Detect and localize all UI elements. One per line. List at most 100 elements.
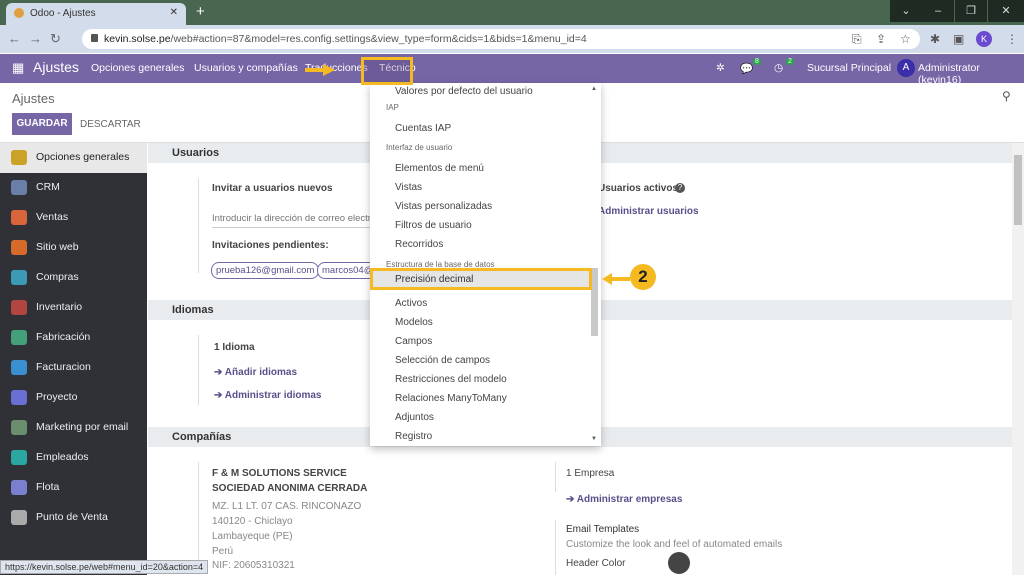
sidebar-item[interactable]: Fabricación bbox=[0, 323, 147, 353]
menu-icon[interactable]: ⋮ bbox=[1006, 32, 1018, 46]
dropdown-item[interactable]: Adjuntos bbox=[395, 412, 434, 423]
restore-button[interactable]: ❐ bbox=[955, 0, 987, 22]
menu-opciones-generales[interactable]: Opciones generales bbox=[91, 62, 184, 74]
manage-companies-link[interactable]: ➔ Administrar empresas bbox=[566, 494, 682, 505]
share-icon[interactable]: ⇪ bbox=[876, 32, 886, 46]
browser-tab[interactable]: Odoo - Ajustes ✕ bbox=[6, 3, 186, 25]
pending-invite-chip[interactable]: prueba126@gmail.com bbox=[211, 262, 320, 279]
sidebar-item-label: Fabricación bbox=[36, 331, 91, 343]
dropdown-item[interactable]: Elementos de menú bbox=[395, 163, 484, 174]
dropdown-item-user-defaults[interactable]: Valores por defecto del usuario bbox=[395, 86, 533, 97]
bug-icon[interactable]: ✲ bbox=[716, 62, 725, 74]
tecnico-dropdown-menu: Valores por defecto del usuario IAP Cuent… bbox=[370, 83, 601, 446]
reload-icon[interactable]: ↻ bbox=[50, 31, 69, 46]
app-icon bbox=[11, 150, 27, 165]
chat-icon[interactable]: 💬 bbox=[740, 62, 753, 75]
app-icon bbox=[11, 270, 27, 285]
user-avatar[interactable]: A bbox=[897, 59, 915, 77]
sidebar-item[interactable]: Facturacion bbox=[0, 353, 147, 383]
minimize-button[interactable]: – bbox=[922, 0, 954, 22]
page-scrollbar-thumb[interactable] bbox=[1014, 155, 1022, 225]
manage-languages-link[interactable]: ➔ Administrar idiomas bbox=[214, 390, 322, 401]
manage-languages-label: Administrar idiomas bbox=[224, 390, 322, 401]
sidebar-item-label: Flota bbox=[36, 481, 60, 493]
close-window-button[interactable]: ✕ bbox=[988, 0, 1024, 22]
dropdown-item[interactable]: Relaciones ManyToMany bbox=[395, 393, 507, 404]
dropdown-item-precision-decimal[interactable]: Precisión decimal bbox=[395, 274, 473, 285]
sidebar-item-label: Marketing por email bbox=[36, 421, 129, 433]
odoo-favicon-icon bbox=[14, 8, 24, 19]
app-icon bbox=[11, 210, 27, 225]
manage-companies-label: Administrar empresas bbox=[576, 494, 683, 505]
sidebar-item[interactable]: Proyecto bbox=[0, 383, 147, 413]
url-host: kevin.solse.pe bbox=[104, 33, 171, 45]
sidebar-item-label: Compras bbox=[36, 271, 79, 283]
dropdown-item[interactable]: Selección de campos bbox=[395, 355, 490, 366]
scroll-down-icon[interactable]: ▼ bbox=[591, 436, 597, 442]
dropdown-item[interactable]: Filtros de usuario bbox=[395, 220, 472, 231]
sidebar-item[interactable]: Compras bbox=[0, 263, 147, 293]
new-tab-button[interactable]: + bbox=[196, 3, 205, 20]
dropdown-item[interactable]: Restricciones del modelo bbox=[395, 374, 507, 385]
email-templates-desc: Customize the look and feel of automated… bbox=[566, 539, 783, 550]
scroll-up-icon[interactable]: ▲ bbox=[591, 86, 597, 92]
extensions-icon[interactable]: ✱ bbox=[930, 32, 940, 46]
star-icon[interactable]: ☆ bbox=[900, 32, 911, 46]
app-icon bbox=[11, 450, 27, 465]
dropdown-item[interactable]: Recorridos bbox=[395, 239, 443, 250]
status-bar-url: https://kevin.solse.pe/web#menu_id=20&ac… bbox=[0, 560, 209, 574]
save-button[interactable]: GUARDAR bbox=[12, 113, 72, 135]
app-icon bbox=[11, 330, 27, 345]
dropdown-item[interactable]: Activos bbox=[395, 298, 427, 309]
app-icon bbox=[11, 240, 27, 255]
nav-buttons[interactable]: ←→↻ bbox=[8, 31, 69, 47]
sidebar-item-label: Punto de Venta bbox=[36, 511, 108, 523]
dropdown-item[interactable]: Vistas bbox=[395, 182, 422, 193]
company-type: SOCIEDAD ANONIMA CERRADA bbox=[212, 483, 368, 494]
sidepanel-icon[interactable]: ▣ bbox=[953, 32, 964, 46]
discard-button[interactable]: DESCARTAR bbox=[80, 119, 141, 130]
app-name[interactable]: Ajustes bbox=[33, 59, 79, 75]
sidebar-item[interactable]: Empleados bbox=[0, 443, 147, 473]
dropdown-item[interactable]: Registro bbox=[395, 431, 432, 442]
dropdown-item[interactable]: Campos bbox=[395, 336, 432, 347]
lock-icon bbox=[91, 34, 98, 42]
dropdown-item[interactable]: Cuentas IAP bbox=[395, 123, 451, 134]
forward-icon[interactable]: → bbox=[29, 31, 50, 46]
dropdown-item[interactable]: Vistas personalizadas bbox=[395, 201, 492, 212]
sidebar-item[interactable]: Inventario bbox=[0, 293, 147, 323]
sidebar-item[interactable]: Punto de Venta bbox=[0, 503, 147, 533]
help-icon[interactable]: ? bbox=[675, 183, 685, 193]
app-icon bbox=[11, 180, 27, 195]
profile-avatar[interactable]: K bbox=[976, 31, 992, 47]
app-icon bbox=[11, 360, 27, 375]
sidebar-item[interactable]: Ventas bbox=[0, 203, 147, 233]
sidebar-item[interactable]: Sitio web bbox=[0, 233, 147, 263]
back-icon[interactable]: ← bbox=[8, 31, 29, 46]
add-languages-link[interactable]: ➔ Añadir idiomas bbox=[214, 367, 297, 378]
clock-icon[interactable]: ◷ bbox=[774, 62, 783, 74]
invite-label: Invitar a usuarios nuevos bbox=[212, 183, 333, 194]
sidebar-item[interactable]: CRM bbox=[0, 173, 147, 203]
invite-email-input[interactable] bbox=[212, 210, 370, 228]
branch-switcher[interactable]: Sucursal Principal bbox=[807, 62, 891, 74]
close-tab-icon[interactable]: ✕ bbox=[170, 7, 178, 18]
manage-users-link[interactable]: Administrar usuarios bbox=[598, 206, 699, 217]
sidebar-item[interactable]: Flota bbox=[0, 473, 147, 503]
app-icon bbox=[11, 420, 27, 435]
sidebar-item[interactable]: Marketing por email bbox=[0, 413, 147, 443]
url-input[interactable]: kevin.solse.pe/web#action=87&model=res.c… bbox=[82, 29, 920, 49]
translate-icon[interactable]: ⎘ bbox=[852, 32, 862, 47]
sidebar-item-label: Empleados bbox=[36, 451, 89, 463]
tab-search-icon[interactable]: ⌄ bbox=[890, 0, 922, 22]
apps-grid-icon[interactable]: ▦ bbox=[12, 60, 24, 76]
tab-title: Odoo - Ajustes bbox=[30, 8, 96, 19]
menu-usuarios-companias[interactable]: Usuarios y compañías bbox=[194, 62, 298, 74]
dropdown-scrollbar-thumb[interactable] bbox=[591, 268, 598, 336]
dropdown-item[interactable]: Modelos bbox=[395, 317, 433, 328]
dropdown-section-header: IAP bbox=[386, 103, 399, 112]
search-icon[interactable]: ⚲ bbox=[1002, 89, 1011, 103]
pending-label: Invitaciones pendientes: bbox=[212, 240, 329, 251]
header-color-label: Header Color bbox=[566, 558, 626, 569]
sidebar-item[interactable]: Opciones generales bbox=[0, 143, 147, 173]
